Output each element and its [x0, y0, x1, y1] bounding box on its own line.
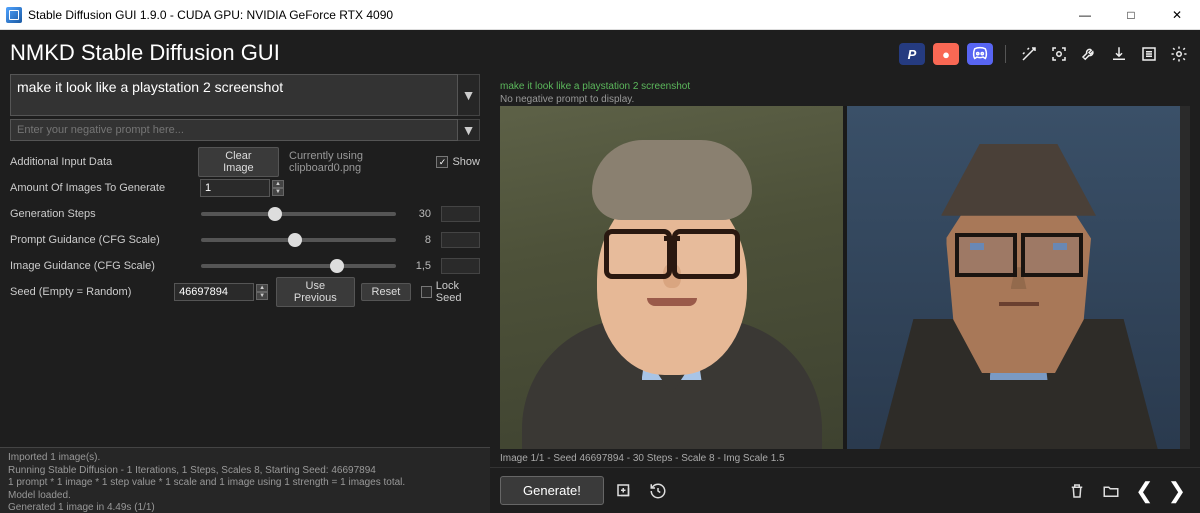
cfg-field[interactable] [441, 232, 480, 248]
lock-seed-label: Lock Seed [436, 280, 480, 304]
img-cfg-field[interactable] [441, 258, 480, 274]
log-line: Imported 1 image(s). [8, 452, 482, 465]
app-icon [6, 7, 22, 23]
log-line: Running Stable Diffusion - 1 Iterations,… [8, 465, 482, 478]
window-title: Stable Diffusion GUI 1.9.0 - CUDA GPU: N… [28, 8, 1062, 22]
seed-spinner[interactable]: ▲▼ [256, 284, 268, 300]
log-panel: Imported 1 image(s). Running Stable Diff… [0, 447, 490, 513]
wand-icon[interactable] [1018, 43, 1040, 65]
input-data-label: Additional Input Data [10, 156, 198, 168]
echo-negative: No negative prompt to display. [500, 93, 1190, 106]
source-image [500, 106, 843, 449]
seed-input[interactable] [174, 283, 254, 301]
separator [1005, 45, 1006, 63]
current-file-label: Currently using clipboard0.png [289, 150, 436, 174]
steps-slider[interactable] [201, 212, 396, 216]
show-label: Show [452, 156, 480, 168]
generate-button[interactable]: Generate! [500, 476, 604, 505]
generated-image [847, 106, 1190, 449]
window-titlebar: Stable Diffusion GUI 1.9.0 - CUDA GPU: N… [0, 0, 1200, 30]
negative-prompt-input[interactable] [10, 119, 458, 141]
steps-value: 30 [402, 208, 431, 220]
queue-add-icon[interactable] [610, 477, 638, 505]
log-line: Generated 1 image in 4.49s (1/1) [8, 502, 482, 513]
cfg-value: 8 [402, 234, 431, 246]
seed-label: Seed (Empty = Random) [10, 286, 174, 298]
amount-input[interactable] [200, 179, 270, 197]
close-button[interactable]: ✕ [1154, 0, 1200, 30]
trash-icon[interactable] [1063, 477, 1091, 505]
img-cfg-value: 1,5 [402, 260, 431, 272]
maximize-button[interactable]: □ [1108, 0, 1154, 30]
amount-spinner[interactable]: ▲▼ [272, 180, 284, 196]
show-checkbox[interactable]: ✓ [436, 156, 448, 168]
prev-image-button[interactable]: ❮ [1131, 478, 1157, 504]
cfg-label: Prompt Guidance (CFG Scale) [10, 234, 195, 246]
prompt-expand-icon[interactable]: ▼ [458, 74, 480, 116]
positive-prompt-input[interactable] [10, 74, 458, 116]
app-title: NMKD Stable Diffusion GUI [10, 40, 280, 66]
scan-icon[interactable] [1048, 43, 1070, 65]
prompt-echo: make it look like a playstation 2 screen… [490, 74, 1200, 104]
image-viewer[interactable] [500, 106, 1190, 449]
img-cfg-slider[interactable] [201, 264, 396, 268]
log-line: Model loaded. [8, 490, 482, 503]
neg-prompt-expand-icon[interactable]: ▼ [458, 119, 480, 141]
amount-label: Amount Of Images To Generate [10, 182, 200, 194]
gear-icon[interactable] [1168, 43, 1190, 65]
next-image-button[interactable]: ❯ [1164, 478, 1190, 504]
steps-label: Generation Steps [10, 208, 195, 220]
use-previous-button[interactable]: Use Previous [276, 277, 354, 307]
minimize-button[interactable]: ― [1062, 0, 1108, 30]
paypal-icon[interactable]: P [899, 43, 925, 65]
viewer-scrollbar[interactable] [1180, 106, 1190, 449]
steps-field[interactable] [441, 206, 480, 222]
log-line: 1 prompt * 1 image * 1 step value * 1 sc… [8, 477, 482, 490]
folder-icon[interactable] [1097, 477, 1125, 505]
echo-positive: make it look like a playstation 2 screen… [500, 80, 1190, 93]
wrench-icon[interactable] [1078, 43, 1100, 65]
patreon-icon[interactable]: ● [933, 43, 959, 65]
list-icon[interactable] [1138, 43, 1160, 65]
history-icon[interactable] [644, 477, 672, 505]
cfg-slider[interactable] [201, 238, 396, 242]
discord-icon[interactable] [967, 43, 993, 65]
clear-image-button[interactable]: Clear Image [198, 147, 279, 177]
reset-button[interactable]: Reset [361, 283, 412, 301]
img-cfg-label: Image Guidance (CFG Scale) [10, 260, 195, 272]
download-icon[interactable] [1108, 43, 1130, 65]
image-status: Image 1/1 - Seed 46697894 - 30 Steps - S… [500, 453, 785, 464]
lock-seed-checkbox[interactable] [421, 286, 432, 298]
